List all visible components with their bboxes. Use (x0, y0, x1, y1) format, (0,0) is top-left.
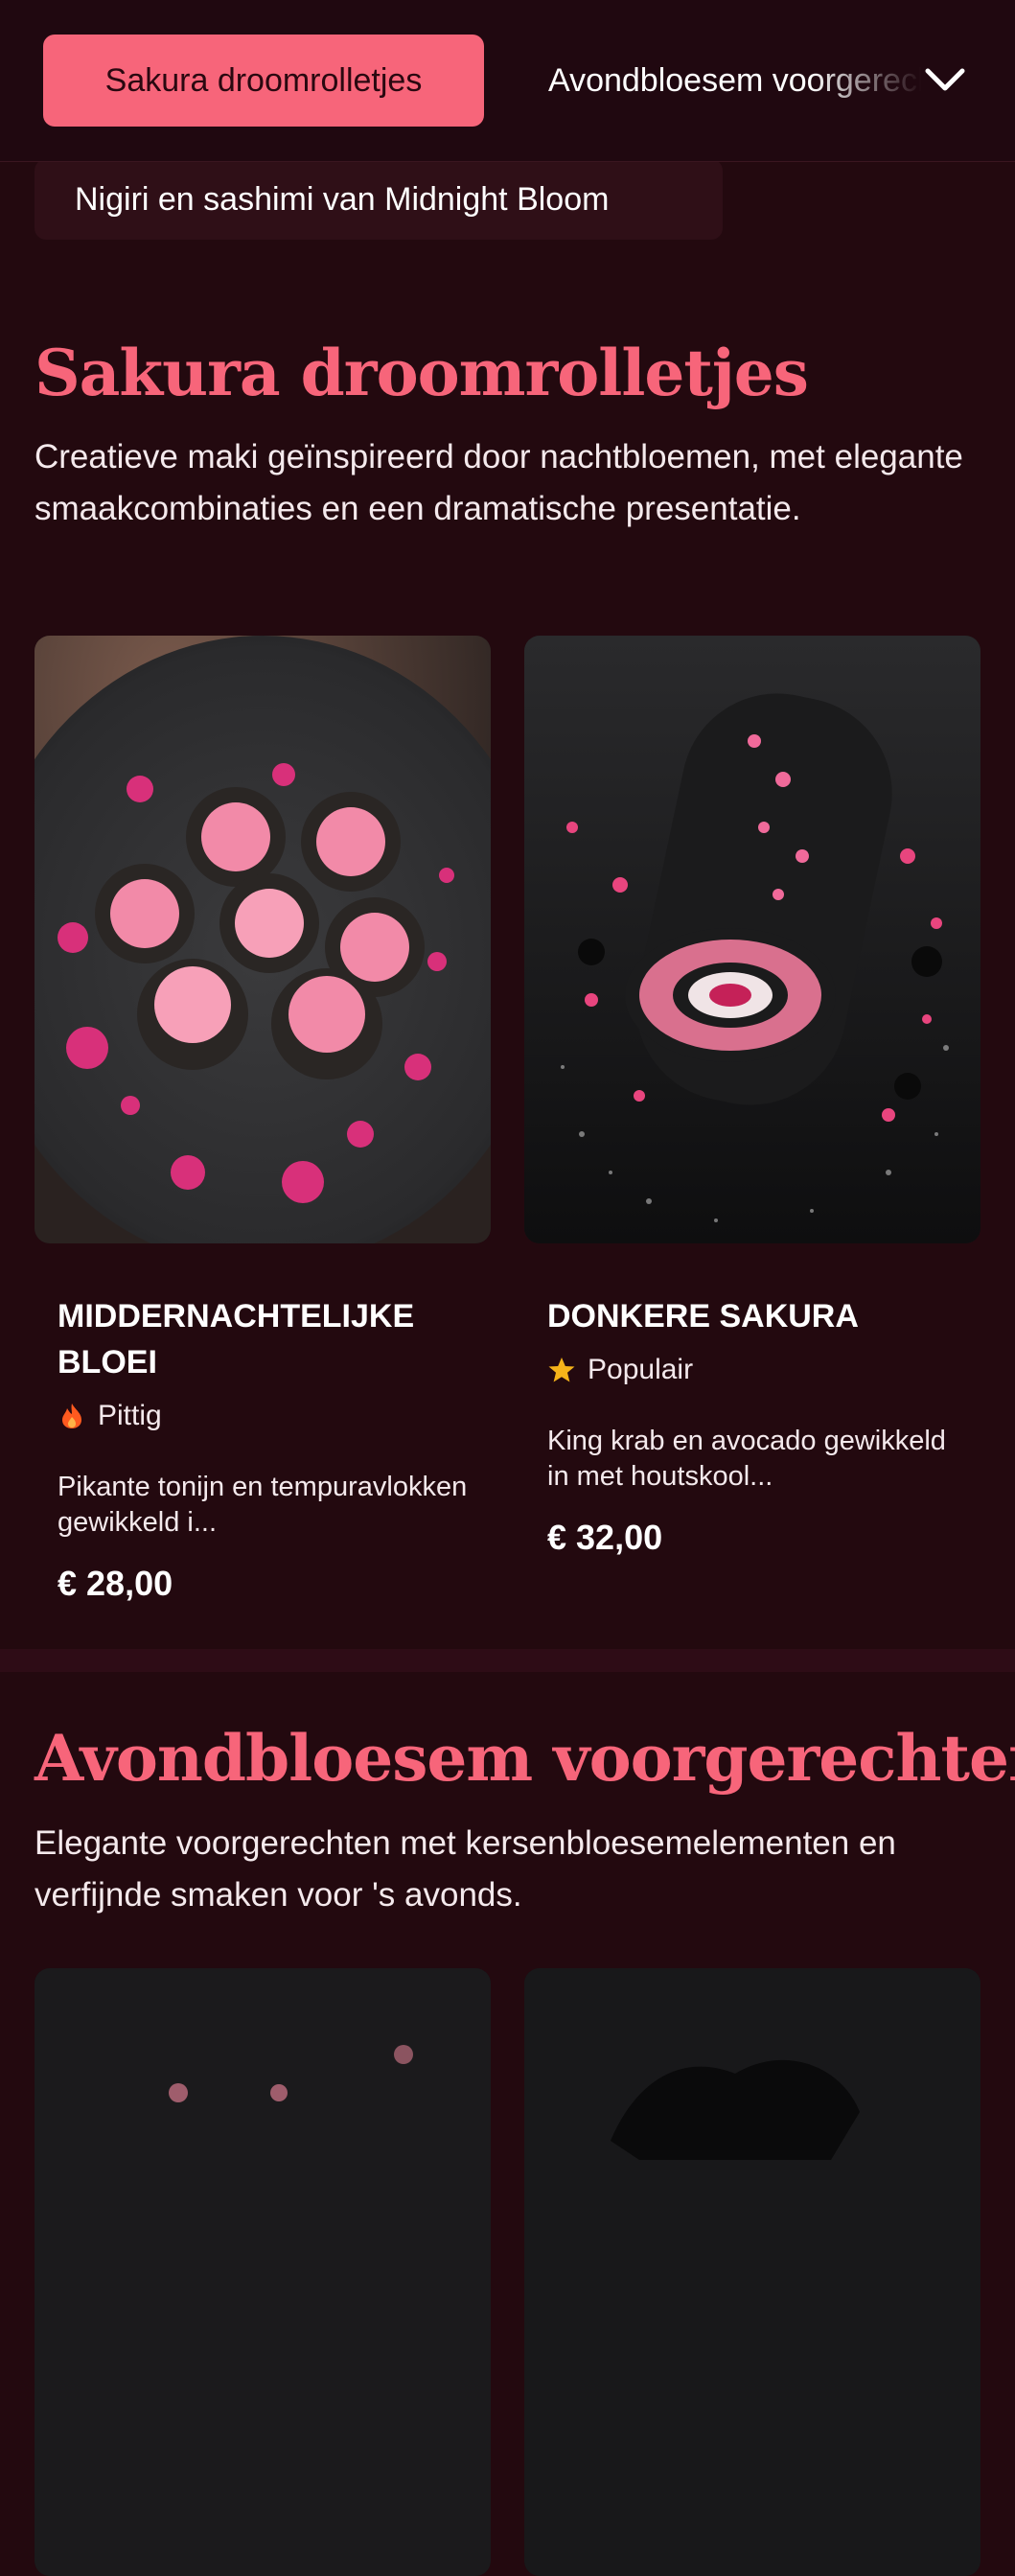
menu-item-card[interactable] (35, 1968, 491, 2576)
item-price: € 28,00 (58, 1564, 173, 1603)
dish-image (35, 636, 491, 1243)
dish-image (524, 636, 980, 1243)
section-title-sakura: Sakura droomrolletjes (35, 336, 809, 410)
menu-item-card[interactable] (524, 1968, 980, 2576)
category-tab-avondbloesem[interactable]: Avondbloesem voorgerechten (548, 35, 922, 127)
section-title-avondbloesem: Avondbloesem voorgerechten (35, 1721, 1015, 1796)
item-name: Donkere sakura (547, 1298, 859, 1334)
star-icon (547, 1356, 576, 1384)
flame-icon (58, 1402, 86, 1430)
section-divider (0, 1649, 1015, 1672)
menu-item-card[interactable]: Middernachtelijke bloei Pittig Pikante t… (35, 636, 491, 1604)
popular-badge: Populair (547, 1349, 957, 1391)
badge-label: Pittig (98, 1400, 162, 1431)
dish-image (524, 1968, 980, 2576)
card-body: Middernachtelijke bloei Pittig Pikante t… (35, 1243, 491, 1604)
spicy-badge: Pittig (58, 1395, 468, 1437)
item-name: Middernachtelijke bloei (58, 1298, 415, 1381)
card-body: Donkere sakura Populair King krab en avo… (524, 1243, 980, 1558)
item-description: King krab en avocado gewikkeld in met ho… (547, 1426, 946, 1492)
category-tab-sakura[interactable]: Sakura droomrolletjes (43, 35, 484, 127)
category-nav: Sakura droomrolletjes Avondbloesem voorg… (0, 0, 1015, 162)
chevron-down-icon[interactable] (922, 58, 968, 104)
item-price: € 32,00 (547, 1518, 663, 1557)
dish-image (35, 1968, 491, 2576)
badge-label: Populair (588, 1354, 694, 1385)
menu-item-card[interactable]: Donkere sakura Populair King krab en avo… (524, 636, 980, 1558)
section-description-sakura: Creatieve maki geïnspireerd door nachtbl… (35, 438, 963, 527)
category-tab-nigiri[interactable]: Nigiri en sashimi van Midnight Bloom (35, 159, 723, 240)
item-description: Pikante tonijn en tempuravlokken gewikke… (58, 1472, 468, 1538)
section-description-avondbloesem: Elegante voorgerechten met kersenbloesem… (35, 1824, 896, 1914)
